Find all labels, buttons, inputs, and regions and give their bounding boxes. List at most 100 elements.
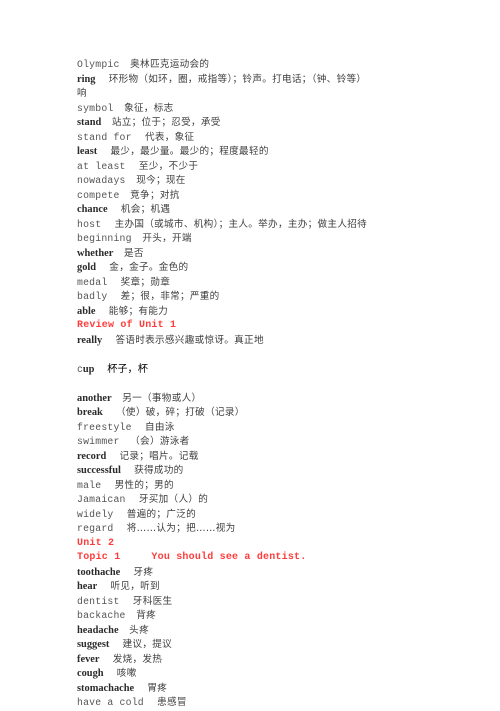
vocab-term: symbol — [77, 102, 114, 114]
vocab-entry: able 能够；有能力 — [77, 305, 477, 320]
vocab-entry: least 最少，最少量。最少的；程度最轻的 — [77, 145, 477, 160]
vocab-term: beginning — [77, 233, 132, 244]
vocab-entry: toothache 牙疼 — [77, 566, 477, 581]
vocab-term: have a cold — [77, 697, 144, 708]
vocab-term: host — [77, 218, 102, 230]
column-gap — [101, 116, 112, 131]
vocab-entry: whether 是否 — [77, 247, 477, 262]
vocab-term: backache — [77, 610, 126, 621]
vocab-definition: （会）游泳者 — [130, 436, 190, 447]
vocab-entry: badly 差；很，非常；严重的 — [77, 290, 477, 305]
vocab-entry: swimmer （会）游泳者 — [77, 435, 477, 450]
vocab-term: regard — [77, 523, 114, 534]
column-gap — [97, 145, 110, 160]
column-gap — [126, 160, 139, 175]
vocab-definition: 环形物（如环，圈，戒指等）；铃声。打电话；（钟、铃等） — [108, 73, 367, 85]
vocab-term: swimmer — [77, 436, 120, 447]
vocab-definition: 开头，开端 — [142, 233, 192, 244]
column-gap — [113, 508, 126, 523]
column-gap — [132, 232, 143, 247]
vocab-definition: 现今；现在 — [136, 175, 186, 186]
column-gap — [119, 624, 130, 639]
vocab-entry: regard 将……认为；把……视为 — [77, 522, 477, 537]
vocab-definition: 金，金子。金色的 — [109, 262, 189, 273]
vocab-entry: Olympic 奥林匹克运动会的 — [77, 58, 477, 73]
vocab-entry: dentist 牙科医生 — [77, 595, 477, 610]
vocab-definition: 获得成功的 — [134, 465, 184, 476]
section-heading: Topic 1 You should see a dentist. — [77, 552, 307, 563]
vocab-term: Olympic — [77, 59, 120, 70]
vocab-entry: cough 咳嗽 — [77, 667, 477, 682]
vocab-definition: 牙疼 — [133, 566, 154, 578]
column-gap — [120, 566, 133, 581]
column-gap — [95, 73, 108, 88]
column-gap — [108, 203, 121, 218]
vocab-definition: 男性的；男的 — [114, 479, 174, 491]
vocab-term: cough — [77, 668, 104, 679]
column-gap — [104, 667, 117, 682]
vocab-definition: 另一（事物或人） — [122, 392, 202, 404]
vocab-entry: male 男性的；男的 — [77, 479, 477, 494]
column-gap — [126, 609, 137, 624]
vocab-term: record — [77, 450, 107, 462]
column-gap — [113, 522, 126, 537]
vocab-definition: 自由泳 — [144, 421, 175, 433]
vocab-definition: 发烧，发热 — [112, 653, 163, 665]
vocab-entry: backache 背疼 — [77, 609, 477, 624]
vocab-term: stand — [77, 117, 102, 128]
vocab-entry: ring 环形物（如环，圈，戒指等）；铃声。打电话；（钟、铃等） — [77, 73, 477, 88]
vocab-term: fever — [77, 653, 100, 665]
vocab-term: male — [77, 479, 102, 491]
vocab-term: badly — [77, 291, 108, 302]
vocab-entry: beginning 开头，开端 — [77, 232, 477, 247]
column-gap — [132, 131, 145, 146]
vocab-term: gold — [77, 262, 97, 273]
vocabulary-list: Olympic 奥林匹克运动会的 ring 环形物（如环，圈，戒指等）；铃声。打电… — [77, 58, 477, 711]
column-gap — [103, 406, 116, 421]
vocab-entry: host 主办国（或城市、机构）；主人。举办，主办；做主人招待 — [77, 218, 477, 233]
vocab-definition: 机会；机遇 — [120, 204, 171, 215]
vocab-term: least — [77, 146, 98, 157]
vocab-term: another — [77, 392, 112, 404]
vocab-term: break — [77, 407, 103, 418]
section-heading: Unit 2 — [77, 537, 115, 549]
vocab-term: chance — [77, 204, 108, 215]
vocab-definition: 将……认为；把……视为 — [126, 523, 236, 534]
vocab-term: headache — [77, 624, 119, 636]
vocab-definition: （使）破，碎；打破（记录） — [116, 407, 245, 418]
vocab-definition: 杯子，杯 — [107, 363, 148, 375]
section-heading: Review of Unit 1 — [77, 320, 177, 331]
column-gap — [113, 247, 124, 262]
vocab-entry: suggest 建议，提议 — [77, 638, 477, 653]
document-page: Olympic 奥林匹克运动会的 ring 环形物（如环，圈，戒指等）；铃声。打电… — [0, 0, 500, 708]
vocab-definition: 奥林匹克运动会的 — [130, 59, 210, 70]
vocab-entry: stomachache 胃疼 — [77, 682, 477, 697]
vocab-definition: 答语时表示感兴趣或惊讶。真正地 — [115, 334, 264, 346]
vocab-definition: 咳嗽 — [116, 668, 137, 679]
vocab-entry: medal 奖章；勋章 — [77, 276, 477, 291]
column-gap — [95, 305, 108, 320]
vocab-term: whether — [77, 247, 114, 259]
vocab-entry: really 答语时表示感兴趣或惊讶。真正地 — [77, 334, 477, 349]
vocab-definition: 至少，不少于 — [138, 160, 199, 172]
column-gap — [109, 638, 122, 653]
vocab-definition: 建议，提议 — [122, 639, 173, 650]
column-gap — [113, 102, 124, 117]
column-gap — [120, 595, 133, 610]
vocab-entry: fever 发烧，发热 — [77, 653, 477, 668]
vocab-definition: 主办国（或城市、机构）；主人。举办，主办；做主人招待 — [114, 218, 367, 230]
vocab-definition-continued: 响 — [77, 88, 87, 99]
column-gap — [134, 682, 147, 697]
vocab-entry: Jamaican 牙买加（人）的 — [77, 493, 477, 508]
vocab-definition: 记录；唱片。记载 — [119, 450, 199, 462]
column-gap — [144, 696, 157, 711]
vocab-term: suggest — [77, 639, 110, 650]
column-gap — [101, 479, 114, 494]
vocab-definition: 普遍的；广泛的 — [126, 508, 196, 520]
vocab-entry: have a cold 患感冒 — [77, 696, 477, 711]
vocab-term: ring — [77, 73, 96, 85]
vocab-entry: break （使）破，碎；打破（记录） — [77, 406, 477, 421]
vocab-entry: at least 至少，不少于 — [77, 160, 477, 175]
